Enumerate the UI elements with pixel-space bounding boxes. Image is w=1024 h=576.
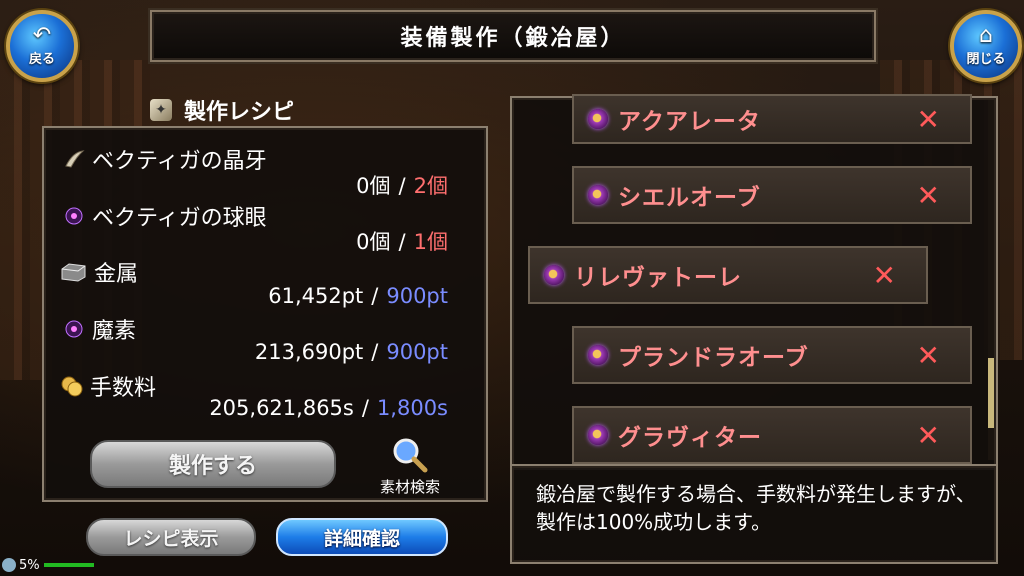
mana-icon	[62, 317, 86, 341]
gem-icon	[588, 425, 608, 445]
scrollbar-thumb[interactable]	[988, 358, 994, 428]
page-title: 装備製作（鍛冶屋）	[150, 10, 876, 62]
gear-icon	[2, 558, 16, 572]
recipe-panel-header: ✦ 製作レシピ	[150, 96, 295, 125]
material-quantity: 0個/2個	[356, 174, 448, 198]
material-quantity: 205,621,865s/1,800s	[209, 396, 448, 420]
home-icon: ⌂	[979, 23, 993, 48]
detail-check-button[interactable]: 詳細確認	[276, 518, 448, 556]
material-name: ベクティガの晶牙	[62, 143, 267, 175]
material-quantity: 213,690pt/900pt	[254, 340, 448, 364]
unavailable-x-icon: ✕	[916, 338, 940, 372]
gem-icon	[588, 185, 608, 205]
unavailable-x-icon: ✕	[872, 258, 896, 292]
unavailable-x-icon: ✕	[916, 418, 940, 452]
status-percent: 5%	[19, 557, 40, 573]
recipe-list-item-selected[interactable]: リレヴァトーレ ✕	[528, 246, 928, 304]
unavailable-x-icon: ✕	[916, 178, 940, 212]
gem-icon	[588, 109, 608, 129]
material-name: 魔素	[62, 313, 136, 345]
material-name: 金属	[58, 256, 138, 288]
recipe-item-name: グラヴィター	[618, 425, 762, 451]
magnifier-icon	[391, 436, 429, 478]
material-search-button[interactable]: 素材検索	[364, 436, 456, 496]
close-label: 閉じる	[966, 52, 1006, 67]
recipe-item-name: プランドラオーブ	[618, 345, 809, 371]
material-name: 手数料	[60, 370, 156, 402]
eye-orb-icon	[62, 204, 86, 228]
back-button[interactable]: ↶ 戻る	[6, 10, 78, 82]
metal-icon	[58, 260, 88, 284]
recipe-list-item[interactable]: プランドラオーブ ✕	[572, 326, 972, 384]
recipe-list-item[interactable]: シエルオーブ ✕	[572, 166, 972, 224]
material-quantity: 61,452pt/900pt	[268, 284, 448, 308]
gem-icon	[544, 265, 564, 285]
fang-icon	[62, 147, 86, 171]
gem-icon	[588, 345, 608, 365]
recipe-list-item[interactable]: アクアレータ ✕	[572, 94, 972, 144]
coins-icon	[60, 374, 84, 398]
status-indicator: 5%	[2, 556, 94, 574]
recipe-panel-title: 製作レシピ	[184, 100, 295, 125]
recipe-view-button[interactable]: レシピ表示	[86, 518, 256, 556]
close-button[interactable]: ⌂ 閉じる	[950, 10, 1022, 82]
info-text: 鍛冶屋で製作する場合、手数料が発生しますが、製作は100%成功します。	[536, 482, 976, 534]
back-label: 戻る	[28, 52, 55, 67]
material-quantity: 0個/1個	[356, 230, 448, 254]
unavailable-x-icon: ✕	[916, 102, 940, 136]
recipe-book-icon: ✦	[150, 99, 172, 121]
back-arrow-icon: ↶	[32, 23, 52, 48]
recipe-item-name: シエルオーブ	[618, 185, 761, 211]
craft-button[interactable]: 製作する	[90, 440, 336, 488]
status-bar	[43, 563, 94, 567]
material-name: ベクティガの球眼	[62, 200, 267, 232]
material-search-label: 素材検索	[379, 478, 440, 496]
recipe-item-name: リレヴァトーレ	[574, 265, 742, 291]
recipe-list-item[interactable]: グラヴィター ✕	[572, 406, 972, 464]
recipe-item-name: アクアレータ	[618, 109, 761, 135]
